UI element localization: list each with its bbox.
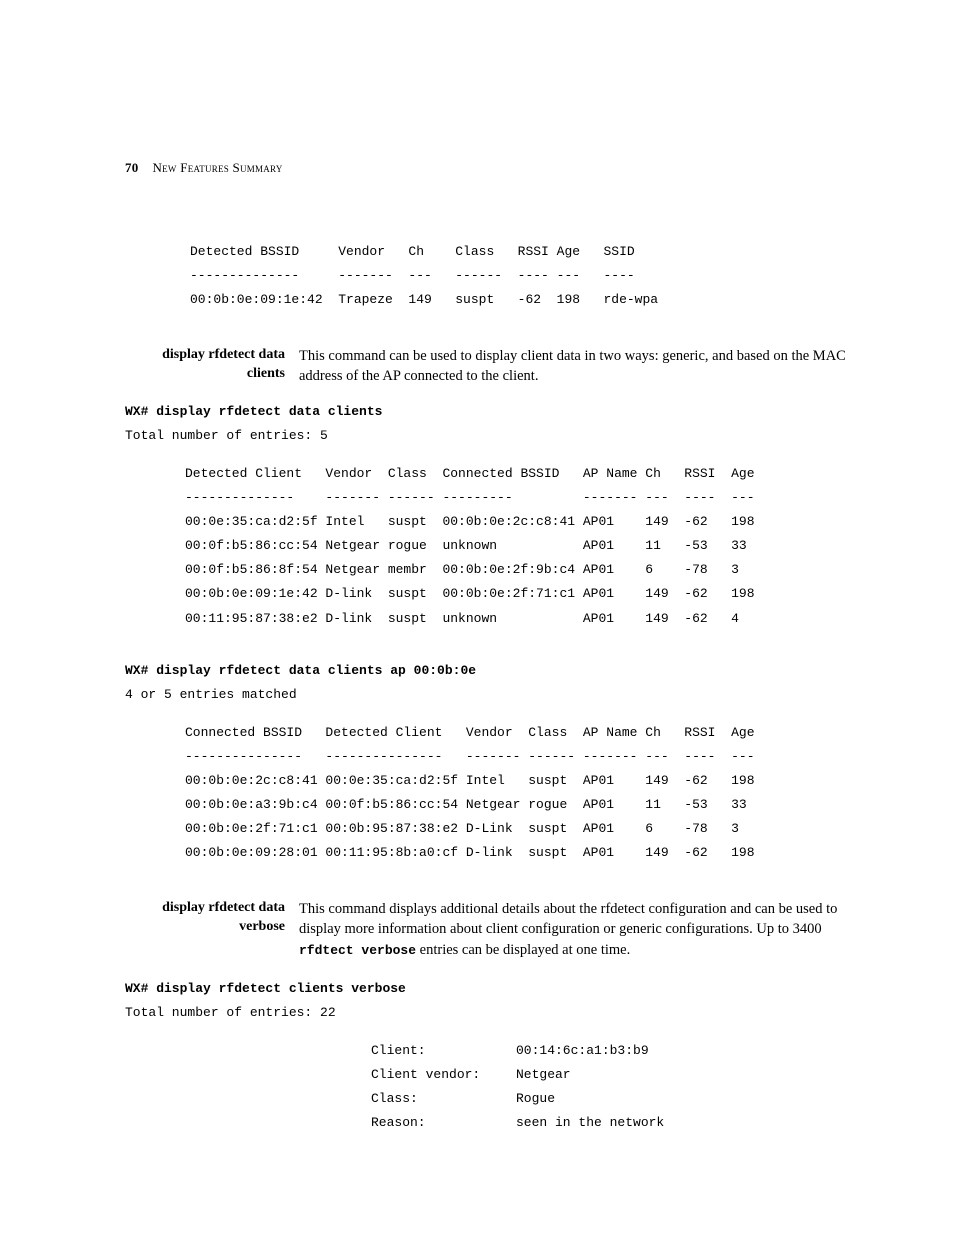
cli-command: WX# display rfdetect clients verbose — [125, 977, 859, 1001]
chapter-title: New Features Summary — [153, 160, 283, 176]
clients-table-header: Detected Client Vendor Class Connected B… — [185, 462, 859, 486]
page-number: 70 — [125, 160, 139, 176]
kv-value: 00:14:6c:a1:b3:b9 — [516, 1039, 649, 1063]
clients-table-rule: -------------- ------- ------ --------- … — [185, 486, 859, 510]
verbose-detail-block: Client:00:14:6c:a1:b3:b9 Client vendor:N… — [371, 1039, 859, 1135]
table-row: 00:0b:0e:a3:9b:c4 00:0f:b5:86:cc:54 Netg… — [185, 793, 859, 817]
table-row: 00:0e:35:ca:d2:5f Intel suspt 00:0b:0e:2… — [185, 510, 859, 534]
kv-key: Class: — [371, 1087, 516, 1111]
desc-text: entries can be displayed at one time. — [416, 942, 630, 958]
kv-key: Client vendor: — [371, 1063, 516, 1087]
table-row: 00:0b:0e:2c:c8:41 00:0e:35:ca:d2:5f Inte… — [185, 769, 859, 793]
desc-text: This command displays additional details… — [299, 901, 837, 937]
cli-output-line: Total number of entries: 5 — [125, 424, 859, 448]
section-desc-verbose: This command displays additional details… — [299, 899, 859, 963]
section-heading-verbose: display rfdetect data verbose — [125, 899, 299, 937]
table-row: 00:0b:0e:09:1e:42 D-link suspt 00:0b:0e:… — [185, 582, 859, 606]
cli-command: WX# display rfdetect data clients — [125, 400, 859, 424]
running-head: 70 New Features Summary — [125, 160, 859, 176]
inline-code: rfdtect verbose — [299, 943, 416, 958]
table-row: 00:0b:0e:2f:71:c1 00:0b:95:87:38:e2 D-Li… — [185, 817, 859, 841]
table-row: 00:11:95:87:38:e2 D-link suspt unknown A… — [185, 607, 859, 631]
kv-key: Client: — [371, 1039, 516, 1063]
bssid-table-rule: -------------- ------- --- ------ ---- -… — [190, 264, 859, 288]
table-row: 00:0f:b5:86:8f:54 Netgear membr 00:0b:0e… — [185, 558, 859, 582]
clients-ap-table-rule: --------------- --------------- ------- … — [185, 745, 859, 769]
kv-value: Netgear — [516, 1063, 571, 1087]
clients-ap-table-header: Connected BSSID Detected Client Vendor C… — [185, 721, 859, 745]
table-row: 00:0b:0e:09:28:01 00:11:95:8b:a0:cf D-li… — [185, 841, 859, 865]
cli-command: WX# display rfdetect data clients ap 00:… — [125, 659, 859, 683]
kv-value: Rogue — [516, 1087, 555, 1111]
section-heading-clients: display rfdetect data clients — [125, 346, 299, 384]
kv-key: Reason: — [371, 1111, 516, 1135]
kv-value: seen in the network — [516, 1111, 664, 1135]
bssid-table-header: Detected BSSID Vendor Ch Class RSSI Age … — [190, 240, 859, 264]
section-desc-clients: This command can be used to display clie… — [299, 346, 859, 386]
table-row: 00:0f:b5:86:cc:54 Netgear rogue unknown … — [185, 534, 859, 558]
cli-output-line: 4 or 5 entries matched — [125, 683, 859, 707]
cli-output-line: Total number of entries: 22 — [125, 1001, 859, 1025]
bssid-table-row: 00:0b:0e:09:1e:42 Trapeze 149 suspt -62 … — [190, 288, 859, 312]
